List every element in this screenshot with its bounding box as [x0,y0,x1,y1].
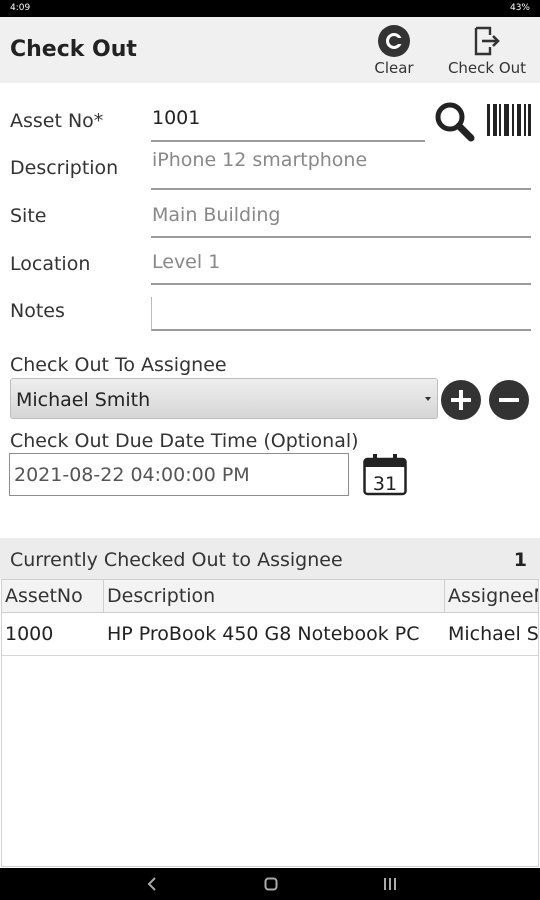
due-date-label: Check Out Due Date Time (Optional) [10,430,359,452]
app-bar: Check Out Clear Check Out [0,17,540,83]
due-date-input[interactable] [9,453,349,496]
notes-input[interactable] [151,297,531,331]
column-header-assetno[interactable]: AssetNo [2,580,104,612]
site-field: Main Building [151,204,531,238]
checked-out-count: 1 [513,549,527,571]
table-header-row: AssetNo Description AssigneeN [2,580,538,613]
search-icon[interactable] [433,101,477,143]
page-title: Check Out [10,37,137,62]
site-label: Site [10,205,47,227]
table-cell-description: HP ProBook 450 G8 Notebook PC [107,623,420,645]
add-assignee-button[interactable] [441,380,481,420]
dropdown-arrow-icon [425,397,431,401]
assignee-label: Check Out To Assignee [10,354,227,376]
check-out-button[interactable]: Check Out [445,25,529,77]
column-header-description[interactable]: Description [104,580,445,612]
clear-label: Clear [374,59,414,77]
clear-button[interactable]: Clear [370,25,418,77]
asset-no-label: Asset No* [10,110,104,132]
calendar-icon[interactable]: 31 [363,453,407,496]
asset-no-input[interactable]: 1001 [151,107,425,142]
checked-out-header: Currently Checked Out to Assignee 1 [0,538,540,579]
location-field: Level 1 [151,251,531,285]
recents-icon[interactable] [383,877,397,891]
status-battery: 43% [509,3,530,13]
notes-label: Notes [10,300,65,322]
column-header-assignee[interactable]: AssigneeN [445,580,538,612]
system-nav-bar [0,868,540,900]
checked-out-title: Currently Checked Out to Assignee [10,549,343,571]
table-cell-assignee: Michael S [448,623,539,645]
description-label: Description [10,157,119,179]
table-row[interactable]: 1000 HP ProBook 450 G8 Notebook PC Micha… [2,613,539,656]
back-icon[interactable] [146,877,158,891]
description-field: iPhone 12 smartphone [151,149,531,190]
checked-out-table[interactable]: AssetNo Description AssigneeN 1000 HP Pr… [1,579,539,867]
clear-icon [378,25,410,57]
calendar-day: 31 [373,473,397,495]
remove-assignee-button[interactable] [489,380,529,420]
check-out-label: Check Out [447,59,527,77]
barcode-icon[interactable] [487,104,531,136]
status-time: 4:09 [10,3,31,13]
table-cell-assetno: 1000 [5,623,54,645]
status-bar: 4:09 43% [0,0,540,17]
assignee-selected: Michael Smith [16,389,151,411]
assignee-dropdown[interactable]: Michael Smith [10,378,438,419]
location-label: Location [10,253,91,275]
home-icon[interactable] [264,877,278,891]
check-out-icon [474,26,500,56]
